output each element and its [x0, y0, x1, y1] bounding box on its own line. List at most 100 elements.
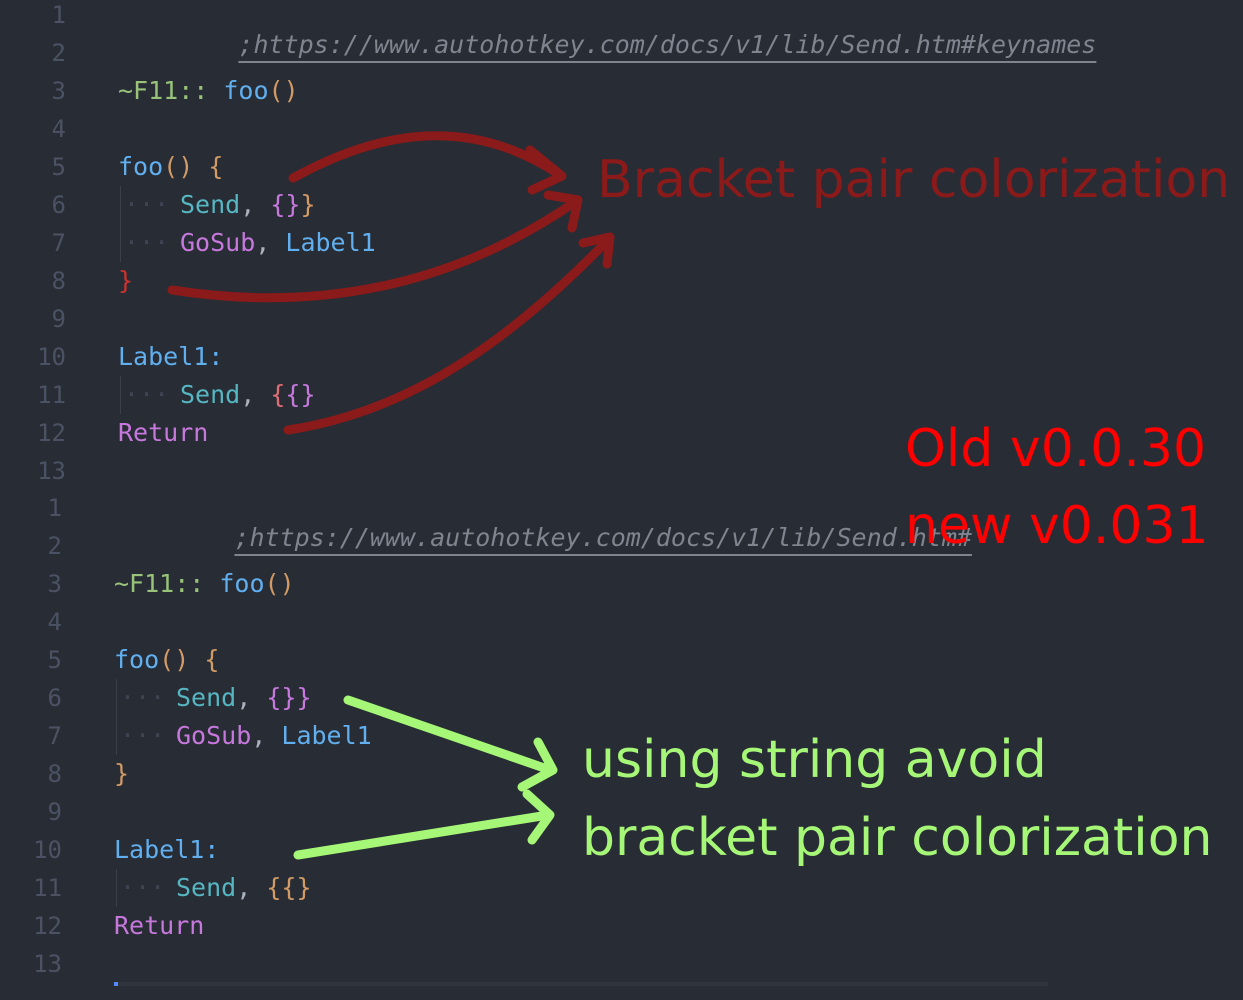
comma-token: ,	[251, 721, 267, 750]
code-text[interactable]: ~F11:: foo()	[114, 569, 295, 599]
code-text[interactable]: foo() {	[118, 152, 223, 182]
bracket-token: }	[300, 190, 316, 219]
line-number: 10	[37, 343, 66, 371]
line-number: 6	[51, 191, 66, 219]
function-call-token: foo	[219, 569, 265, 598]
comma-token: ,	[240, 190, 256, 219]
bracket-token: ()	[268, 76, 299, 105]
label-def-token: Label1:	[118, 342, 224, 371]
line-number: 13	[33, 950, 62, 978]
bracket-token: {	[208, 152, 224, 181]
command-token: Send	[176, 873, 237, 902]
code-text[interactable]: }	[118, 266, 133, 296]
code-line: 4	[0, 114, 1243, 152]
line-number: 1	[51, 1, 66, 29]
code-line: 10 Label1:	[0, 342, 1243, 380]
command-token: GoSub	[180, 228, 256, 257]
code-text[interactable]: Return	[114, 911, 204, 941]
code-line: 4	[0, 607, 1243, 645]
function-def-token: foo	[114, 645, 160, 674]
code-line: 6 ··· Send, {}}	[0, 679, 1243, 721]
line-number: 8	[47, 760, 62, 788]
code-text[interactable]: Send, {{}	[176, 873, 312, 903]
whitespace-dots: ···	[120, 873, 166, 902]
code-text[interactable]: }	[114, 759, 129, 789]
code-text[interactable]: GoSub, Label1	[176, 721, 372, 751]
code-line: 2	[0, 38, 1243, 76]
bracket-token: }	[300, 380, 316, 409]
code-text[interactable]: Label1:	[118, 342, 223, 372]
code-line: 11 ··· Send, {{}	[0, 869, 1243, 911]
label-ref-token: Label1	[285, 228, 376, 257]
bracket-token: {	[270, 190, 286, 219]
return-token: Return	[114, 911, 205, 940]
line-number: 12	[33, 912, 62, 940]
bracket-token: ()	[264, 569, 295, 598]
string-avoid-label-line1: using string avoid	[582, 730, 1047, 790]
line-number: 10	[33, 836, 62, 864]
code-text[interactable]: Send, {}}	[176, 683, 312, 713]
command-token: Send	[180, 380, 241, 409]
screenshot-canvas: 1 ;https://www.autohotkey.com/docs/v1/li…	[0, 0, 1243, 1000]
indent-guide	[116, 679, 117, 717]
line-number: 1	[47, 494, 62, 522]
code-line: 1 ;https://www.autohotkey.com/docs/v1/li…	[0, 0, 1243, 59]
command-token: Send	[180, 190, 241, 219]
code-text[interactable]: GoSub, Label1	[180, 228, 376, 258]
whitespace-dots: ···	[120, 683, 166, 712]
line-number: 12	[37, 419, 66, 447]
code-text[interactable]: ~F11:: foo()	[118, 76, 299, 106]
command-token: Send	[176, 683, 237, 712]
comma-token: ,	[236, 683, 252, 712]
code-text[interactable]: foo() {	[114, 645, 219, 675]
whitespace-dots: ···	[124, 380, 170, 409]
hotkey-token: ~F11::	[114, 569, 205, 598]
bracket-token: ()	[163, 152, 194, 181]
function-call-token: foo	[223, 76, 269, 105]
string-token: {}}	[266, 683, 312, 712]
line-number: 11	[33, 874, 62, 902]
line-number: 8	[51, 267, 66, 295]
code-line: 11 ··· Send, {{}	[0, 376, 1243, 418]
code-text[interactable]: Label1:	[114, 835, 219, 865]
bracket-token: {	[204, 645, 220, 674]
bracket-token: ()	[159, 645, 190, 674]
new-version-label: new v0.031	[905, 496, 1209, 556]
code-line: 3 ~F11:: foo()	[0, 569, 1243, 607]
line-number: 2	[47, 532, 62, 560]
whitespace-dots: ···	[124, 228, 170, 257]
code-line: 3 ~F11:: foo()	[0, 76, 1243, 114]
function-def-token: foo	[118, 152, 164, 181]
code-text[interactable]: Return	[118, 418, 208, 448]
line-number: 7	[47, 722, 62, 750]
code-line: 9	[0, 304, 1243, 342]
indent-guide	[120, 186, 121, 224]
comma-token: ,	[236, 873, 252, 902]
indent-guide	[120, 376, 121, 414]
whitespace-dots: ···	[124, 190, 170, 219]
line-number: 5	[51, 153, 66, 181]
bracket-token: {	[270, 380, 286, 409]
indent-guide	[116, 717, 117, 755]
code-line: 12 Return	[0, 911, 1243, 949]
bracket-token: }	[285, 190, 301, 219]
line-number: 7	[51, 229, 66, 257]
line-number: 2	[51, 39, 66, 67]
return-token: Return	[118, 418, 209, 447]
string-avoid-label-line2: bracket pair colorization	[582, 808, 1213, 868]
code-text[interactable]: Send, {}}	[180, 190, 316, 220]
command-token: GoSub	[176, 721, 252, 750]
string-token: {{}	[266, 873, 312, 902]
whitespace-dots: ···	[120, 721, 166, 750]
label-def-token: Label1:	[114, 835, 220, 864]
line-number: 13	[37, 457, 66, 485]
line-number: 3	[47, 570, 62, 598]
indent-guide	[120, 224, 121, 262]
comma-token: ,	[240, 380, 256, 409]
indent-guide	[116, 869, 117, 907]
comma-token: ,	[255, 228, 271, 257]
bracket-token: }	[114, 759, 130, 788]
code-text[interactable]: Send, {{}	[180, 380, 316, 410]
line-number: 9	[51, 305, 66, 333]
horizontal-scrollbar[interactable]	[118, 982, 1048, 986]
